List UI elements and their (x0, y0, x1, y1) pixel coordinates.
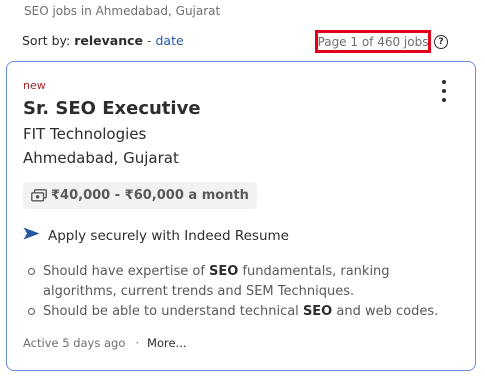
kebab-dot (442, 89, 446, 93)
snippet-text: Should have expertise of (43, 264, 210, 279)
search-caption: SEO jobs in Ahmedabad, Gujarat (24, 4, 221, 18)
snippet-text: and web codes. (332, 304, 439, 319)
salary-text: ₹40,000 - ₹60,000 a month (51, 188, 249, 203)
kebab-dot (442, 80, 446, 84)
sort-control: Sort by: relevance - date (22, 33, 184, 48)
kebab-menu-icon[interactable] (435, 78, 453, 104)
snippet-keyword: SEO (302, 304, 333, 319)
help-circle-icon[interactable]: ? (434, 35, 448, 49)
job-card[interactable]: new Sr. SEO Executive FIT Technologies A… (6, 61, 476, 371)
snippet-text: Should be able to understand technical (43, 304, 303, 319)
job-snippet-list: Should have expertise of SEO fundamental… (23, 262, 453, 322)
job-location: Ahmedabad, Gujarat (23, 149, 179, 167)
sort-selected-relevance: relevance (74, 33, 143, 48)
sort-label: Sort by: (22, 33, 71, 48)
money-icon (31, 189, 47, 202)
list-item: Should be able to understand technical S… (23, 302, 453, 322)
apply-with-resume: Apply securely with Indeed Resume (23, 227, 289, 244)
card-footer: Active 5 days ago · More... (23, 336, 187, 350)
posted-date: Active 5 days ago (23, 336, 126, 350)
snippet-keyword: SEO (209, 264, 239, 279)
sort-by-date-link[interactable]: date (155, 33, 183, 48)
kebab-dot (442, 98, 446, 102)
send-arrow-icon (23, 227, 40, 244)
page-count: Page 1 of 460 jobs (315, 30, 431, 53)
footer-separator: · (135, 336, 140, 350)
list-item: Should have expertise of SEO fundamental… (23, 262, 453, 302)
new-badge: new (23, 79, 46, 92)
company-name: FIT Technologies (23, 125, 147, 143)
sort-separator: - (146, 33, 152, 48)
page-count-text: Page 1 of 460 jobs (317, 34, 429, 49)
apply-text: Apply securely with Indeed Resume (48, 227, 289, 244)
job-title[interactable]: Sr. SEO Executive (23, 98, 201, 119)
salary-badge: ₹40,000 - ₹60,000 a month (23, 182, 257, 209)
more-link[interactable]: More... (147, 336, 186, 350)
